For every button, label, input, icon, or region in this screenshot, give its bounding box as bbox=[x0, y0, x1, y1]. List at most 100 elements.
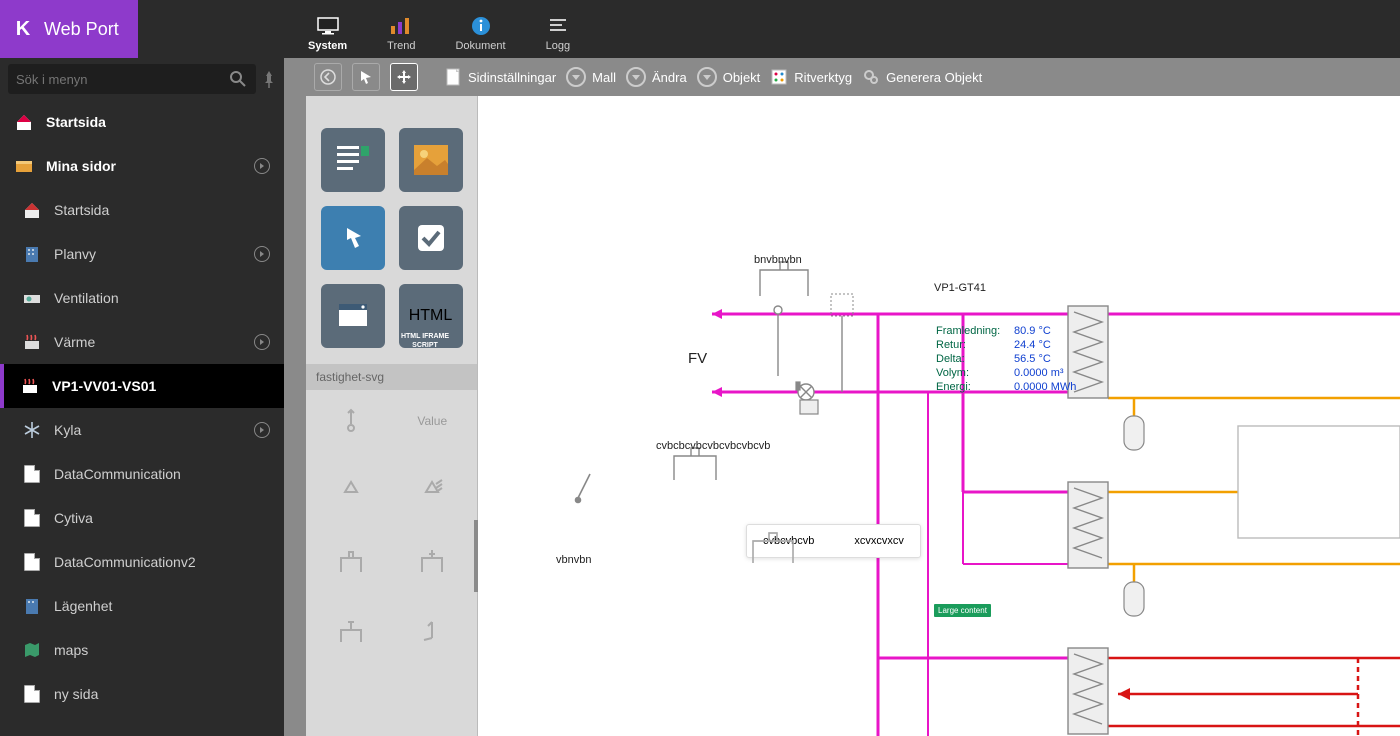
sidebar-item-varme[interactable]: Värme bbox=[0, 320, 284, 364]
sidebar-label: DataCommunication bbox=[54, 466, 181, 482]
sidebar-item-maps[interactable]: maps bbox=[0, 628, 284, 672]
generate-label: Generera Objekt bbox=[886, 70, 982, 85]
sidebar-item-kyla[interactable]: Kyla bbox=[0, 408, 284, 452]
popover-label-b: xcvxcvxcv bbox=[854, 535, 904, 547]
tool-image[interactable] bbox=[399, 128, 463, 192]
template-label: Mall bbox=[592, 70, 616, 85]
sidebar-home-header[interactable]: Startsida bbox=[0, 100, 284, 144]
nav-logg[interactable]: Logg bbox=[546, 16, 570, 58]
sidebar-label: Kyla bbox=[54, 422, 81, 438]
map-icon bbox=[22, 640, 42, 660]
chevron-down-icon bbox=[697, 67, 717, 87]
sidebar-label: Cytiva bbox=[54, 510, 93, 526]
sidebar-item-ventilation[interactable]: Ventilation bbox=[0, 276, 284, 320]
search-box[interactable] bbox=[8, 64, 256, 94]
tools-panel: HTML fastighet-svg Value bbox=[306, 96, 478, 736]
home-icon bbox=[14, 112, 34, 132]
tool-iframe[interactable]: HTML bbox=[399, 284, 463, 348]
sidebar-label: Startsida bbox=[54, 202, 109, 218]
pin-icon[interactable] bbox=[262, 69, 276, 89]
tool-checkbox[interactable] bbox=[399, 206, 463, 270]
stencil-item[interactable] bbox=[310, 538, 392, 584]
palette-strip bbox=[284, 58, 306, 736]
nav-label: Dokument bbox=[455, 40, 505, 52]
change-label: Ändra bbox=[652, 70, 687, 85]
info-icon bbox=[469, 16, 493, 36]
drawtools-button[interactable]: Ritverktyg bbox=[770, 68, 852, 86]
stencil-item[interactable] bbox=[392, 468, 474, 514]
nav-label: Logg bbox=[546, 40, 570, 52]
nav-dokument[interactable]: Dokument bbox=[455, 16, 505, 58]
page-settings-label: Sidinställningar bbox=[468, 70, 556, 85]
chevron-right-icon bbox=[254, 422, 270, 438]
generate-button[interactable]: Generera Objekt bbox=[862, 68, 982, 86]
sidebar-item-nysida[interactable]: ny sida bbox=[0, 672, 284, 716]
object-dropdown[interactable]: Objekt bbox=[697, 67, 761, 87]
schematic-svg bbox=[478, 96, 1400, 736]
stencil-value[interactable]: Value bbox=[392, 398, 474, 444]
sensor-readout: Framledning:80.9 °C Retur:24.4 °C Delta:… bbox=[936, 324, 1076, 394]
tool-text-block[interactable] bbox=[321, 128, 385, 192]
stencils-list: Value bbox=[306, 390, 477, 662]
logo-icon: K bbox=[12, 18, 34, 40]
sidebar-label: VP1-VV01-VS01 bbox=[52, 378, 156, 394]
chevron-right-icon bbox=[254, 246, 270, 262]
back-button[interactable] bbox=[314, 63, 342, 91]
sidebar-label: Värme bbox=[54, 334, 95, 350]
sidebar-label: Startsida bbox=[46, 114, 106, 130]
monitor-icon bbox=[316, 16, 340, 36]
canvas[interactable]: FV bnvbnvbn cvbcbcvbcvbcvbcvbcvb vbnvbn … bbox=[478, 96, 1400, 736]
stencil-item[interactable] bbox=[310, 608, 392, 654]
search-input[interactable] bbox=[16, 72, 228, 87]
sidebar-label: Lägenhet bbox=[54, 598, 112, 614]
sidebar-item-startsida[interactable]: Startsida bbox=[0, 188, 284, 232]
sidebar-item-datacom2[interactable]: DataCommunicationv2 bbox=[0, 540, 284, 584]
page-icon bbox=[446, 68, 462, 86]
floating-popover[interactable]: cvbcvbcvb xcvxcvxcv bbox=[746, 524, 921, 558]
pointer-tool[interactable] bbox=[352, 63, 380, 91]
object-label: Objekt bbox=[723, 70, 761, 85]
stencil-item[interactable] bbox=[310, 398, 392, 444]
sidebar-item-planvy[interactable]: Planvy bbox=[0, 232, 284, 276]
sidebar-label: DataCommunicationv2 bbox=[54, 554, 196, 570]
tool-button[interactable] bbox=[321, 206, 385, 270]
page-icon bbox=[22, 508, 42, 528]
sidebar-label: Planvy bbox=[54, 246, 96, 262]
nav-system[interactable]: System bbox=[308, 16, 347, 58]
nav-label: Trend bbox=[387, 40, 415, 52]
drawtools-label: Ritverktyg bbox=[794, 70, 852, 85]
edit-toolbar: Sidinställningar Mall Ändra Objekt Ritve… bbox=[306, 58, 1400, 96]
stencil-item[interactable] bbox=[392, 608, 474, 654]
sidebar-item-vp1[interactable]: VP1-VV01-VS01 bbox=[0, 364, 284, 408]
heat-icon bbox=[22, 332, 42, 352]
search-icon bbox=[228, 69, 248, 89]
canvas-label-cvb: cvbcbcvbcvbcvbcvbcvb bbox=[656, 440, 770, 452]
search-row bbox=[0, 58, 284, 100]
sidebar-item-lagenhet[interactable]: Lägenhet bbox=[0, 584, 284, 628]
template-dropdown[interactable]: Mall bbox=[566, 67, 616, 87]
page-settings-button[interactable]: Sidinställningar bbox=[446, 68, 556, 86]
canvas-label-top: bnvbnvbn bbox=[754, 254, 802, 266]
sidebar-item-datacom[interactable]: DataCommunication bbox=[0, 452, 284, 496]
heat-icon bbox=[20, 376, 40, 396]
sidebar-label: Ventilation bbox=[54, 290, 119, 306]
sidebar-label: Mina sidor bbox=[46, 158, 116, 174]
canvas-sensor-name: VP1-GT41 bbox=[934, 282, 986, 294]
nav-trend[interactable]: Trend bbox=[387, 16, 415, 58]
change-dropdown[interactable]: Ändra bbox=[626, 67, 687, 87]
stencil-item[interactable] bbox=[392, 538, 474, 584]
palette-icon bbox=[770, 68, 788, 86]
building-icon bbox=[22, 244, 42, 264]
tool-window[interactable] bbox=[321, 284, 385, 348]
chevron-right-icon bbox=[254, 334, 270, 350]
canvas-label-fv: FV bbox=[688, 350, 707, 367]
sidebar-item-cytiva[interactable]: Cytiva bbox=[0, 496, 284, 540]
stencil-item[interactable] bbox=[310, 468, 392, 514]
chart-icon bbox=[389, 16, 413, 36]
sidebar-mypages-header[interactable]: Mina sidor bbox=[0, 144, 284, 188]
nav-label: System bbox=[308, 40, 347, 52]
brand[interactable]: K Web Port bbox=[0, 0, 138, 58]
fan-icon bbox=[22, 288, 42, 308]
move-tool[interactable] bbox=[390, 63, 418, 91]
canvas-label-left: vbnvbn bbox=[556, 554, 591, 566]
